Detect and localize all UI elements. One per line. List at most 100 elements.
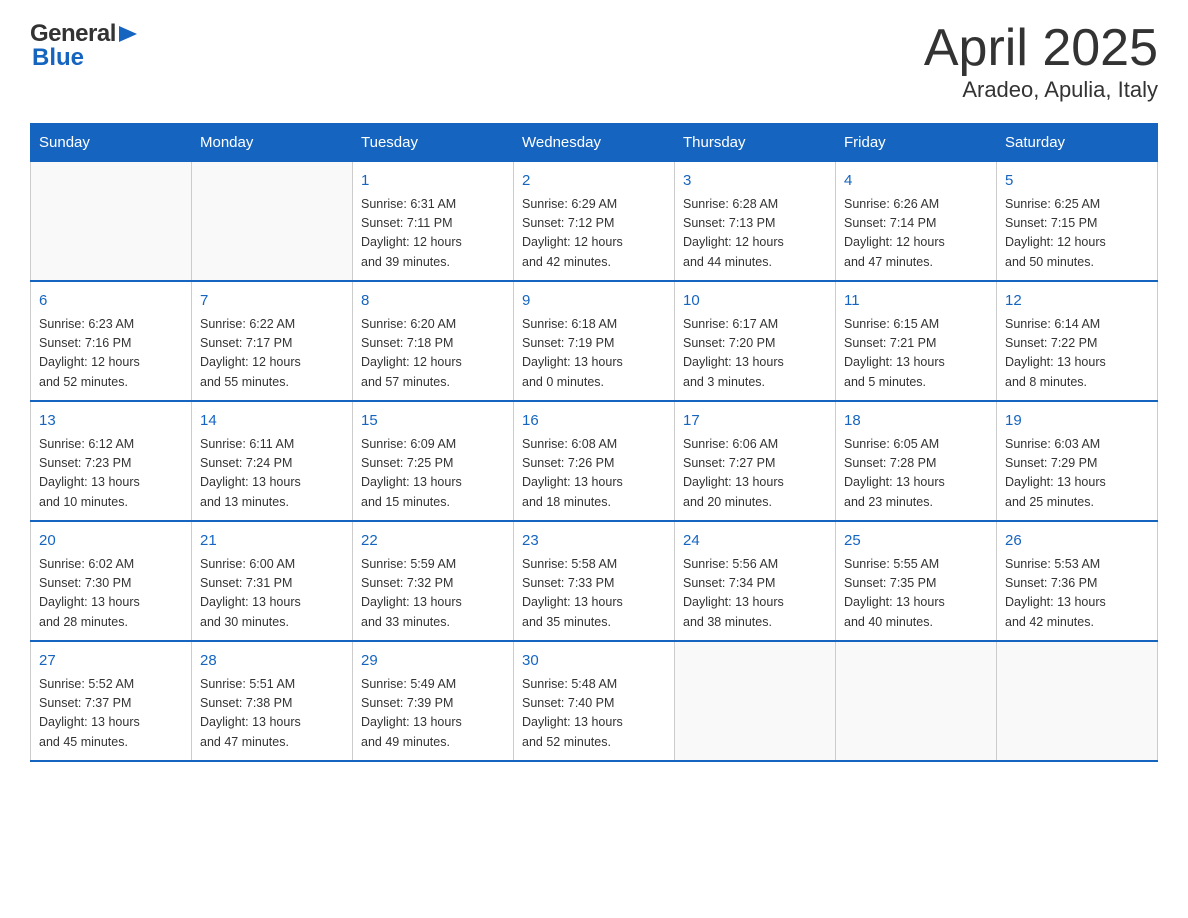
day-number: 21 — [200, 530, 344, 553]
calendar-day-cell: 5Sunrise: 6:25 AM Sunset: 7:15 PM Daylig… — [997, 162, 1158, 282]
day-number: 6 — [39, 290, 183, 313]
calendar-day-cell: 24Sunrise: 5:56 AM Sunset: 7:34 PM Dayli… — [675, 521, 836, 641]
page-subtitle: Aradeo, Apulia, Italy — [924, 77, 1158, 103]
day-info: Sunrise: 5:56 AM Sunset: 7:34 PM Dayligh… — [683, 555, 827, 633]
day-number: 3 — [683, 170, 827, 193]
day-info: Sunrise: 5:49 AM Sunset: 7:39 PM Dayligh… — [361, 675, 505, 753]
calendar-day-cell: 29Sunrise: 5:49 AM Sunset: 7:39 PM Dayli… — [353, 641, 514, 761]
calendar-day-cell — [192, 162, 353, 282]
day-number: 1 — [361, 170, 505, 193]
day-number: 24 — [683, 530, 827, 553]
calendar-day-cell: 2Sunrise: 6:29 AM Sunset: 7:12 PM Daylig… — [514, 162, 675, 282]
day-number: 15 — [361, 410, 505, 433]
calendar-day-cell: 19Sunrise: 6:03 AM Sunset: 7:29 PM Dayli… — [997, 401, 1158, 521]
logo-blue-text: Blue — [32, 44, 84, 72]
day-number: 7 — [200, 290, 344, 313]
calendar-day-cell: 20Sunrise: 6:02 AM Sunset: 7:30 PM Dayli… — [31, 521, 192, 641]
day-info: Sunrise: 5:59 AM Sunset: 7:32 PM Dayligh… — [361, 555, 505, 633]
logo-arrow-icon — [119, 24, 137, 44]
day-number: 17 — [683, 410, 827, 433]
day-info: Sunrise: 6:02 AM Sunset: 7:30 PM Dayligh… — [39, 555, 183, 633]
page-title: April 2025 — [924, 20, 1158, 77]
day-number: 10 — [683, 290, 827, 313]
day-info: Sunrise: 6:18 AM Sunset: 7:19 PM Dayligh… — [522, 315, 666, 393]
day-number: 27 — [39, 650, 183, 673]
day-number: 25 — [844, 530, 988, 553]
day-number: 16 — [522, 410, 666, 433]
day-number: 26 — [1005, 530, 1149, 553]
calendar-day-cell: 17Sunrise: 6:06 AM Sunset: 7:27 PM Dayli… — [675, 401, 836, 521]
day-info: Sunrise: 6:05 AM Sunset: 7:28 PM Dayligh… — [844, 435, 988, 513]
calendar-day-cell — [997, 641, 1158, 761]
day-info: Sunrise: 6:12 AM Sunset: 7:23 PM Dayligh… — [39, 435, 183, 513]
day-number: 9 — [522, 290, 666, 313]
calendar-day-cell: 1Sunrise: 6:31 AM Sunset: 7:11 PM Daylig… — [353, 162, 514, 282]
day-info: Sunrise: 5:58 AM Sunset: 7:33 PM Dayligh… — [522, 555, 666, 633]
calendar-day-header: Wednesday — [514, 124, 675, 162]
day-info: Sunrise: 6:26 AM Sunset: 7:14 PM Dayligh… — [844, 195, 988, 273]
calendar-day-header: Saturday — [997, 124, 1158, 162]
calendar-day-header: Friday — [836, 124, 997, 162]
calendar-day-cell — [31, 162, 192, 282]
day-info: Sunrise: 5:52 AM Sunset: 7:37 PM Dayligh… — [39, 675, 183, 753]
day-number: 22 — [361, 530, 505, 553]
day-info: Sunrise: 6:09 AM Sunset: 7:25 PM Dayligh… — [361, 435, 505, 513]
calendar-day-cell: 15Sunrise: 6:09 AM Sunset: 7:25 PM Dayli… — [353, 401, 514, 521]
day-number: 8 — [361, 290, 505, 313]
title-block: April 2025 Aradeo, Apulia, Italy — [924, 20, 1158, 103]
day-number: 4 — [844, 170, 988, 193]
calendar-day-cell: 22Sunrise: 5:59 AM Sunset: 7:32 PM Dayli… — [353, 521, 514, 641]
day-info: Sunrise: 6:29 AM Sunset: 7:12 PM Dayligh… — [522, 195, 666, 273]
calendar-day-cell: 16Sunrise: 6:08 AM Sunset: 7:26 PM Dayli… — [514, 401, 675, 521]
calendar-day-cell: 13Sunrise: 6:12 AM Sunset: 7:23 PM Dayli… — [31, 401, 192, 521]
day-info: Sunrise: 6:11 AM Sunset: 7:24 PM Dayligh… — [200, 435, 344, 513]
day-info: Sunrise: 6:17 AM Sunset: 7:20 PM Dayligh… — [683, 315, 827, 393]
day-info: Sunrise: 6:25 AM Sunset: 7:15 PM Dayligh… — [1005, 195, 1149, 273]
day-number: 5 — [1005, 170, 1149, 193]
calendar-day-cell: 7Sunrise: 6:22 AM Sunset: 7:17 PM Daylig… — [192, 281, 353, 401]
calendar-day-cell: 4Sunrise: 6:26 AM Sunset: 7:14 PM Daylig… — [836, 162, 997, 282]
calendar-day-cell: 11Sunrise: 6:15 AM Sunset: 7:21 PM Dayli… — [836, 281, 997, 401]
calendar-day-cell: 23Sunrise: 5:58 AM Sunset: 7:33 PM Dayli… — [514, 521, 675, 641]
calendar-day-cell: 6Sunrise: 6:23 AM Sunset: 7:16 PM Daylig… — [31, 281, 192, 401]
calendar-day-cell — [836, 641, 997, 761]
day-info: Sunrise: 6:20 AM Sunset: 7:18 PM Dayligh… — [361, 315, 505, 393]
calendar-header-row: SundayMondayTuesdayWednesdayThursdayFrid… — [31, 124, 1158, 162]
calendar-day-cell: 21Sunrise: 6:00 AM Sunset: 7:31 PM Dayli… — [192, 521, 353, 641]
day-info: Sunrise: 6:00 AM Sunset: 7:31 PM Dayligh… — [200, 555, 344, 633]
calendar-day-cell: 12Sunrise: 6:14 AM Sunset: 7:22 PM Dayli… — [997, 281, 1158, 401]
day-info: Sunrise: 6:08 AM Sunset: 7:26 PM Dayligh… — [522, 435, 666, 513]
day-number: 29 — [361, 650, 505, 673]
calendar-day-cell: 14Sunrise: 6:11 AM Sunset: 7:24 PM Dayli… — [192, 401, 353, 521]
calendar-day-cell: 18Sunrise: 6:05 AM Sunset: 7:28 PM Dayli… — [836, 401, 997, 521]
calendar-day-cell: 10Sunrise: 6:17 AM Sunset: 7:20 PM Dayli… — [675, 281, 836, 401]
calendar-week-row: 6Sunrise: 6:23 AM Sunset: 7:16 PM Daylig… — [31, 281, 1158, 401]
day-number: 23 — [522, 530, 666, 553]
day-number: 14 — [200, 410, 344, 433]
day-info: Sunrise: 6:28 AM Sunset: 7:13 PM Dayligh… — [683, 195, 827, 273]
calendar-day-header: Sunday — [31, 124, 192, 162]
calendar-day-cell: 8Sunrise: 6:20 AM Sunset: 7:18 PM Daylig… — [353, 281, 514, 401]
calendar-day-cell — [675, 641, 836, 761]
day-info: Sunrise: 5:48 AM Sunset: 7:40 PM Dayligh… — [522, 675, 666, 753]
day-info: Sunrise: 6:22 AM Sunset: 7:17 PM Dayligh… — [200, 315, 344, 393]
calendar-day-header: Monday — [192, 124, 353, 162]
day-info: Sunrise: 6:23 AM Sunset: 7:16 PM Dayligh… — [39, 315, 183, 393]
day-info: Sunrise: 6:15 AM Sunset: 7:21 PM Dayligh… — [844, 315, 988, 393]
calendar-week-row: 13Sunrise: 6:12 AM Sunset: 7:23 PM Dayli… — [31, 401, 1158, 521]
calendar-day-cell: 27Sunrise: 5:52 AM Sunset: 7:37 PM Dayli… — [31, 641, 192, 761]
calendar-day-cell: 3Sunrise: 6:28 AM Sunset: 7:13 PM Daylig… — [675, 162, 836, 282]
day-number: 20 — [39, 530, 183, 553]
day-number: 13 — [39, 410, 183, 433]
day-info: Sunrise: 5:51 AM Sunset: 7:38 PM Dayligh… — [200, 675, 344, 753]
day-info: Sunrise: 6:31 AM Sunset: 7:11 PM Dayligh… — [361, 195, 505, 273]
calendar-day-header: Thursday — [675, 124, 836, 162]
calendar-week-row: 27Sunrise: 5:52 AM Sunset: 7:37 PM Dayli… — [31, 641, 1158, 761]
calendar-table: SundayMondayTuesdayWednesdayThursdayFrid… — [30, 123, 1158, 762]
day-number: 2 — [522, 170, 666, 193]
calendar-day-cell: 30Sunrise: 5:48 AM Sunset: 7:40 PM Dayli… — [514, 641, 675, 761]
day-number: 19 — [1005, 410, 1149, 433]
calendar-day-cell: 9Sunrise: 6:18 AM Sunset: 7:19 PM Daylig… — [514, 281, 675, 401]
day-info: Sunrise: 6:06 AM Sunset: 7:27 PM Dayligh… — [683, 435, 827, 513]
calendar-week-row: 20Sunrise: 6:02 AM Sunset: 7:30 PM Dayli… — [31, 521, 1158, 641]
